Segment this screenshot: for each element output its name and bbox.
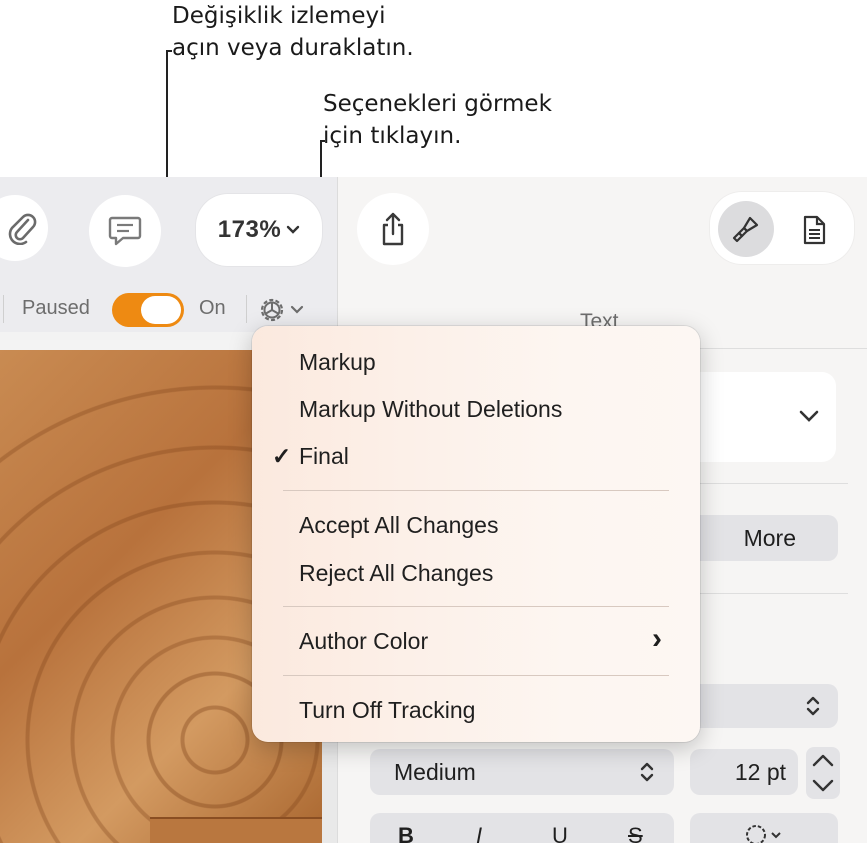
- font-weight-value: Medium: [394, 758, 476, 785]
- menu-item-markup-without-deletions[interactable]: Markup Without Deletions: [299, 395, 562, 423]
- stepper-icon: [640, 762, 654, 782]
- format-brush-icon: [732, 216, 759, 243]
- chevron-right-icon: ›: [652, 622, 662, 655]
- zoom-value: 173%: [217, 216, 282, 243]
- toggle-knob: [141, 296, 181, 324]
- menu-item-reject-all[interactable]: Reject All Changes: [299, 559, 493, 587]
- tracking-options-menu: Markup Markup Without Deletions ✓ Final …: [252, 326, 700, 742]
- document-image-seam: [150, 817, 322, 843]
- stepper-icon: [812, 754, 834, 792]
- font-size-value: 12 pt: [734, 758, 786, 785]
- callout-toggle-line2: açın veya duraklatın.: [172, 35, 414, 61]
- checkmark-icon: ✓: [272, 443, 292, 469]
- format-button[interactable]: [718, 201, 774, 257]
- comment-icon: [108, 216, 142, 246]
- underline-button[interactable]: U: [552, 823, 568, 843]
- gear-icon: [746, 825, 781, 843]
- toolbar-left: 173% Paused On: [0, 177, 337, 332]
- on-label: On: [199, 297, 226, 319]
- more-button-label: More: [743, 524, 796, 551]
- chevron-down-icon: [290, 305, 304, 314]
- tracking-toggle[interactable]: [112, 293, 184, 327]
- comment-button[interactable]: [89, 195, 161, 267]
- italic-button[interactable]: I: [476, 823, 482, 843]
- chevron-down-icon: [799, 410, 819, 422]
- menu-separator: [283, 490, 669, 491]
- paused-label: Paused: [22, 297, 90, 319]
- document-icon: [803, 215, 826, 245]
- share-icon: [382, 212, 404, 246]
- attach-button[interactable]: [0, 195, 48, 261]
- zoom-menu[interactable]: 173%: [196, 194, 322, 266]
- menu-item-final[interactable]: Final: [299, 442, 349, 470]
- paperclip-icon: [8, 213, 37, 245]
- callout-leader-toggle-tick: [166, 50, 172, 52]
- tracking-options-button[interactable]: [257, 293, 317, 327]
- callout-toggle-line1: Değişiklik izlemeyi: [172, 3, 386, 29]
- menu-item-accept-all[interactable]: Accept All Changes: [299, 511, 498, 539]
- menu-separator: [283, 675, 669, 676]
- font-style-group: B I U S: [370, 813, 674, 843]
- stepper-icon: [806, 696, 820, 716]
- document-button[interactable]: [796, 212, 832, 248]
- callout-leader-options-tick: [320, 140, 325, 142]
- strikethrough-button[interactable]: S: [628, 823, 643, 843]
- callout-options-line1: Seçenekleri görmek: [323, 91, 552, 117]
- divider: [3, 295, 4, 323]
- inspector-switcher: [710, 192, 854, 264]
- gear-icon: [260, 298, 284, 322]
- divider: [246, 295, 247, 323]
- share-button[interactable]: [357, 193, 429, 265]
- text-options-menu[interactable]: [690, 813, 838, 843]
- bold-button[interactable]: B: [398, 823, 414, 843]
- chevron-down-icon: [286, 225, 300, 234]
- font-weight-menu[interactable]: Medium: [370, 749, 674, 795]
- font-size-stepper[interactable]: [806, 747, 840, 799]
- menu-item-author-color[interactable]: Author Color: [299, 627, 428, 655]
- menu-separator: [283, 606, 669, 607]
- tracking-bar: Paused On: [0, 287, 337, 331]
- menu-item-turn-off-tracking[interactable]: Turn Off Tracking: [299, 696, 475, 724]
- callout-options-line2: için tıklayın.: [323, 123, 462, 149]
- font-size-field[interactable]: 12 pt: [690, 749, 798, 795]
- menu-item-markup[interactable]: Markup: [299, 348, 376, 376]
